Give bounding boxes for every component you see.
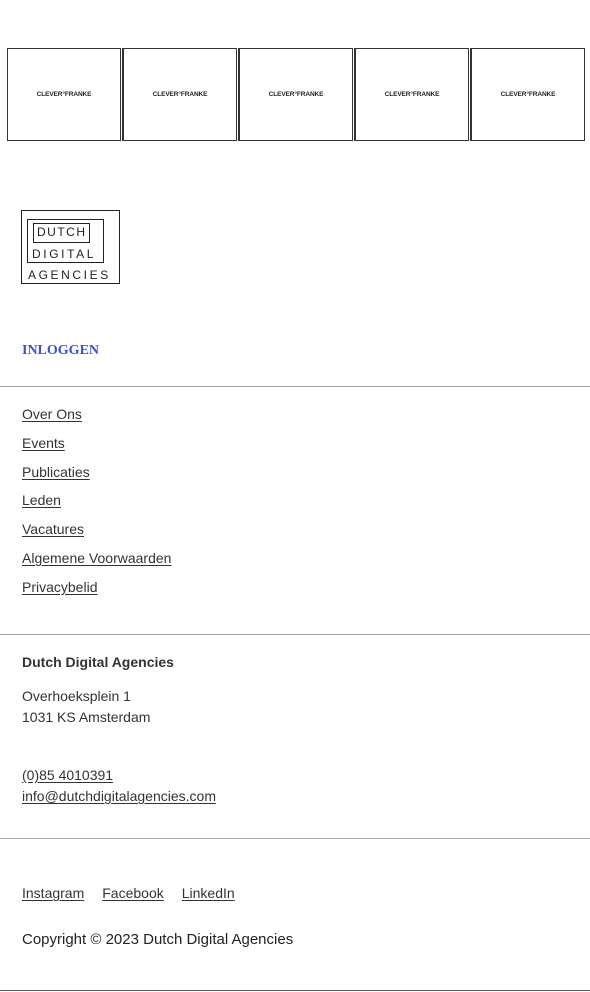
phone-row: (0)85 4010391 — [22, 765, 216, 786]
nav-item-algemene-voorwaarden: Algemene Voorwaarden — [22, 550, 171, 579]
nav-link-leden[interactable]: Leden — [22, 492, 61, 508]
divider — [0, 386, 590, 387]
nav-link-events[interactable]: Events — [22, 435, 65, 451]
divider — [0, 838, 590, 839]
address-line-2: 1031 KS Amsterdam — [22, 709, 151, 725]
address-line-1: Overhoeksplein 1 — [22, 688, 131, 704]
social-links: Instagram Facebook LinkedIn — [22, 885, 235, 901]
nav-link-algemene-voorwaarden[interactable]: Algemene Voorwaarden — [22, 550, 171, 566]
member-logo-text: CLEVER°FRANKE — [268, 91, 324, 98]
member-logo-tile[interactable]: CLEVER°FRANKE — [122, 48, 237, 141]
dutch-digital-agencies-logo[interactable]: DUTCH DIGITAL AGENCIES — [21, 210, 120, 284]
nav-item-privacybelid: Privacybelid — [22, 579, 171, 608]
member-logo-text: CLEVER°FRANKE — [152, 91, 208, 98]
divider — [0, 634, 590, 635]
member-logo-tile[interactable]: CLEVER°FRANKE — [354, 48, 469, 141]
member-logo-text: CLEVER°FRANKE — [384, 91, 440, 98]
org-name: Dutch Digital Agencies — [22, 654, 174, 670]
nav-link-vacatures[interactable]: Vacatures — [22, 521, 84, 537]
nav-item-vacatures: Vacatures — [22, 521, 171, 550]
login-link[interactable]: INLOGGEN — [22, 343, 99, 359]
member-logo-strip: CLEVER°FRANKE CLEVER°FRANKE CLEVER°FRANK… — [7, 48, 585, 143]
nav-item-events: Events — [22, 435, 171, 464]
divider — [0, 990, 590, 991]
footer-nav: Over Ons Events Publicaties Leden Vacatu… — [22, 406, 171, 608]
nav-link-publicaties[interactable]: Publicaties — [22, 464, 90, 480]
member-logo-tile[interactable]: CLEVER°FRANKE — [7, 48, 121, 141]
member-logo-text: CLEVER°FRANKE — [500, 91, 556, 98]
social-link-instagram[interactable]: Instagram — [22, 885, 84, 901]
email-link[interactable]: info@dutchdigitalagencies.com — [22, 788, 216, 804]
contact-block: Dutch Digital Agencies Overhoeksplein 1 … — [22, 654, 216, 807]
social-link-linkedin[interactable]: LinkedIn — [182, 885, 235, 901]
email-row: info@dutchdigitalagencies.com — [22, 786, 216, 807]
logo-word-dutch: DUTCH — [37, 225, 87, 239]
logo-word-digital: DIGITAL — [32, 247, 96, 261]
member-logo-tile[interactable]: CLEVER°FRANKE — [470, 48, 585, 141]
nav-link-privacybelid[interactable]: Privacybelid — [22, 579, 97, 595]
nav-item-publicaties: Publicaties — [22, 464, 171, 493]
logo-word-agencies: AGENCIES — [28, 268, 111, 282]
nav-item-over-ons: Over Ons — [22, 406, 171, 435]
member-logo-text: CLEVER°FRANKE — [36, 91, 92, 98]
social-link-facebook[interactable]: Facebook — [102, 885, 163, 901]
nav-item-leden: Leden — [22, 492, 171, 521]
copyright-text: Copyright © 2023 Dutch Digital Agencies — [22, 931, 294, 948]
nav-link-over-ons[interactable]: Over Ons — [22, 406, 82, 422]
member-logo-tile[interactable]: CLEVER°FRANKE — [238, 48, 353, 141]
phone-link[interactable]: (0)85 4010391 — [22, 767, 113, 783]
